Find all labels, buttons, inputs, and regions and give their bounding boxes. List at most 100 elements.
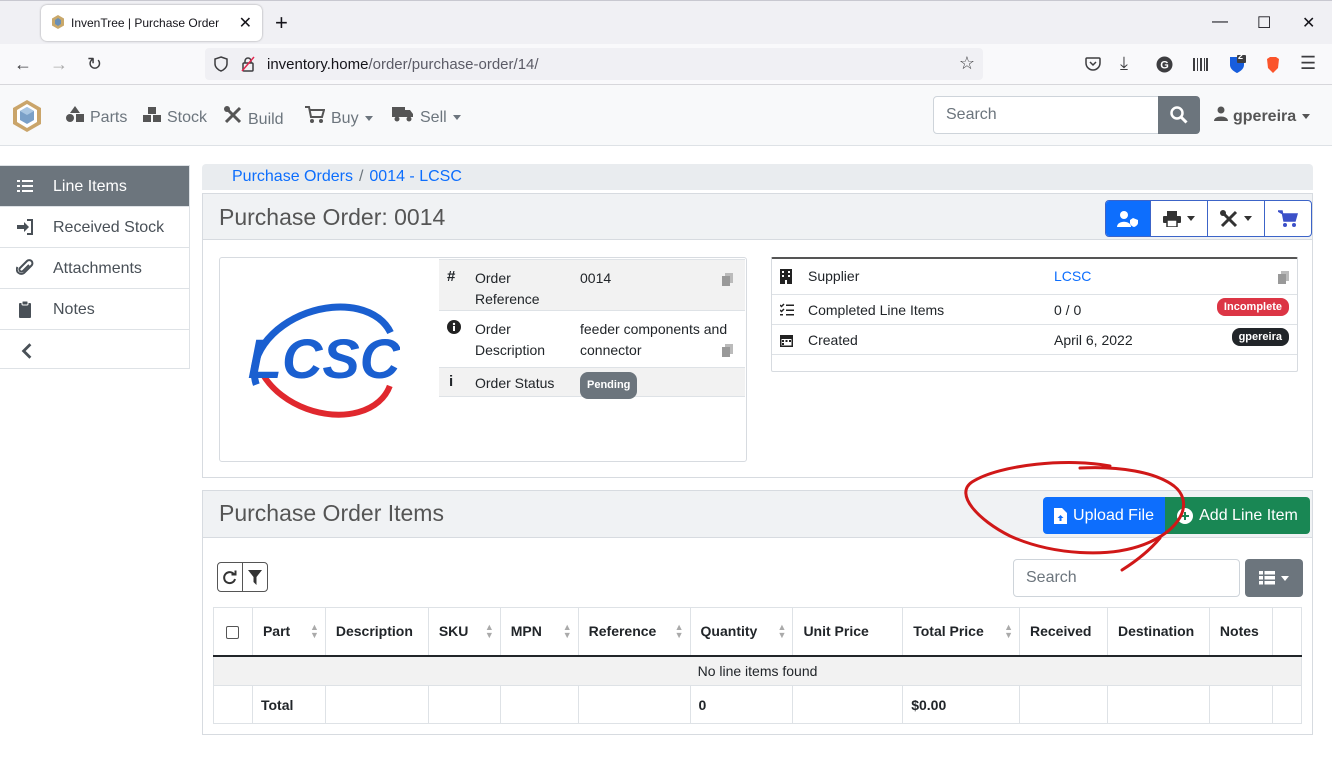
order-description-label: Order Description — [475, 321, 546, 358]
barcode-extension-icon[interactable] — [1192, 57, 1209, 72]
sidebar-item-attachments[interactable]: Attachments — [0, 248, 189, 289]
caret-down-icon — [1186, 216, 1195, 221]
new-tab-icon[interactable]: + — [275, 10, 288, 36]
nav-sell-dropdown[interactable]: Sell — [392, 106, 461, 127]
downloads-icon[interactable]: ⤓ — [1120, 53, 1128, 74]
caret-down-icon — [1281, 575, 1289, 581]
caret-down-icon — [1244, 216, 1253, 221]
inventree-logo[interactable] — [12, 99, 42, 133]
th-list-icon — [1259, 571, 1275, 585]
created-date: April 6, 2022 — [1054, 332, 1133, 348]
add-line-item-button[interactable]: Add Line Item — [1165, 497, 1310, 534]
list-icon — [17, 180, 33, 192]
columns-dropdown-button[interactable] — [1245, 559, 1303, 597]
table-row-total: Total 0 $0.00 — [213, 685, 1303, 724]
svg-text:LCSC: LCSC — [248, 327, 400, 390]
clipboard-icon — [19, 300, 31, 318]
order-items-panel: Purchase Order Items Upload File Add Lin… — [202, 490, 1313, 735]
nav-build[interactable]: Build — [224, 106, 284, 129]
insecure-lock-icon[interactable] — [241, 56, 255, 72]
breadcrumb: Purchase Orders/0014 - LCSC — [202, 164, 1313, 190]
copy-icon[interactable] — [1278, 271, 1289, 284]
tools-dropdown-button[interactable] — [1208, 201, 1266, 236]
refresh-button[interactable] — [218, 563, 243, 591]
column-header-total-price[interactable]: Total Price ▲ ▼ — [902, 607, 1020, 657]
nav-parts[interactable]: Parts — [66, 106, 127, 127]
completed-line-items-row: Completed Line Items 0 / 0 Incomplete — [772, 295, 1297, 325]
assign-user-button[interactable] — [1106, 201, 1151, 236]
select-all-checkbox[interactable] — [226, 626, 240, 640]
column-header-received[interactable]: Received — [1018, 607, 1108, 657]
column-header-destination[interactable]: Destination — [1106, 607, 1210, 657]
maximize-icon[interactable]: ☐ — [1257, 13, 1271, 33]
user-menu-dropdown[interactable]: gpereira — [1214, 106, 1311, 126]
brave-extension-icon[interactable] — [1265, 56, 1281, 74]
copy-icon[interactable] — [722, 344, 733, 357]
column-header-notes[interactable]: Notes — [1208, 607, 1273, 657]
column-header-mpn[interactable]: MPN ▲ ▼ — [499, 607, 579, 657]
nav-stock[interactable]: Stock — [143, 106, 207, 127]
tab-close-icon[interactable]: ✕ — [239, 13, 252, 33]
upload-file-button[interactable]: Upload File — [1043, 497, 1165, 534]
browser-tab[interactable]: InvenTree | Purchase Order ✕ — [41, 5, 262, 41]
section-title: Purchase Order Items — [219, 500, 444, 526]
back-icon[interactable]: ← — [14, 54, 32, 75]
search-input[interactable] — [933, 96, 1159, 134]
copy-icon[interactable] — [722, 273, 733, 286]
reload-icon[interactable]: ↻ — [87, 54, 102, 75]
pocket-icon[interactable] — [1085, 57, 1101, 72]
breadcrumb-current-order[interactable]: 0014 - LCSC — [369, 168, 462, 185]
place-order-button[interactable] — [1265, 201, 1311, 236]
supplier-info-card: Supplier LCSC Completed Line Items 0 / 0… — [771, 257, 1298, 372]
table-toolbar — [217, 562, 268, 592]
truck-icon — [392, 107, 413, 122]
search-button[interactable] — [1158, 96, 1200, 134]
app-navbar: Parts Stock Build Buy Sell gpereira — [0, 85, 1332, 146]
browser-toolbar: ← → ↻ inventory.home/order/purchase-orde… — [0, 44, 1332, 85]
boxes-icon — [143, 107, 161, 122]
nav-buy-dropdown[interactable]: Buy — [305, 106, 373, 128]
column-header-quantity[interactable]: Quantity ▲ ▼ — [689, 607, 794, 657]
line-items-table: Part ▲ ▼ Description SKU ▲ ▼ MPN ▲ ▼ Reference… — [213, 607, 1303, 724]
url-text[interactable]: inventory.home/order/purchase-order/14/ — [267, 56, 539, 73]
tools-icon — [1220, 209, 1238, 227]
info-circle-icon — [447, 320, 461, 334]
grammarly-icon[interactable]: G — [1156, 56, 1173, 73]
minimize-icon[interactable]: — — [1212, 13, 1228, 31]
filter-icon — [247, 569, 262, 585]
column-header-unit-price[interactable]: Unit Price — [792, 607, 904, 657]
breadcrumb-purchase-orders[interactable]: Purchase Orders — [232, 168, 353, 185]
sidebar-item-received-stock[interactable]: Received Stock — [0, 207, 189, 248]
sidebar-item-line-items[interactable]: Line Items — [0, 166, 189, 207]
order-description-row: Order Description feeder components and … — [439, 310, 745, 367]
order-reference-row: # Order Reference 0014 — [439, 259, 745, 310]
menu-icon[interactable]: ☰ — [1300, 53, 1316, 74]
column-header-part[interactable]: Part ▲ ▼ — [251, 607, 326, 657]
column-header-sku[interactable]: SKU ▲ ▼ — [427, 607, 501, 657]
sidebar-collapse-button[interactable] — [0, 330, 189, 371]
completed-value: 0 / 0 — [1054, 302, 1082, 318]
address-bar[interactable]: inventory.home/order/purchase-order/14/ … — [205, 48, 983, 80]
inventree-favicon-icon — [52, 15, 64, 29]
total-label: Total — [251, 685, 326, 724]
window-close-icon[interactable]: ✕ — [1302, 13, 1315, 33]
filter-button[interactable] — [243, 563, 267, 591]
plus-circle-icon — [1177, 507, 1194, 524]
sign-in-icon — [17, 219, 33, 235]
completed-label: Completed Line Items — [808, 302, 945, 318]
column-header-reference[interactable]: Reference ▲ ▼ — [577, 607, 691, 657]
lcsc-logo: LCSC — [248, 303, 400, 418]
forward-icon[interactable]: → — [50, 54, 68, 75]
print-dropdown-button[interactable] — [1151, 201, 1208, 236]
supplier-link[interactable]: LCSC — [1054, 268, 1091, 284]
order-details-panel: Purchase Order: 0014 LCSC # Order Refere… — [202, 193, 1313, 478]
order-actions-group — [1105, 200, 1312, 237]
table-search-input[interactable] — [1013, 559, 1240, 597]
column-header-description[interactable]: Description — [324, 607, 429, 657]
bookmark-star-icon[interactable]: ☆ — [959, 53, 975, 74]
order-reference-value: 0014 — [580, 270, 612, 286]
bitwarden-extension-icon[interactable] — [1228, 55, 1246, 75]
shopping-cart-icon — [305, 106, 326, 123]
sidebar-item-label: Received Stock — [53, 219, 165, 236]
sidebar-item-notes[interactable]: Notes — [0, 289, 189, 330]
